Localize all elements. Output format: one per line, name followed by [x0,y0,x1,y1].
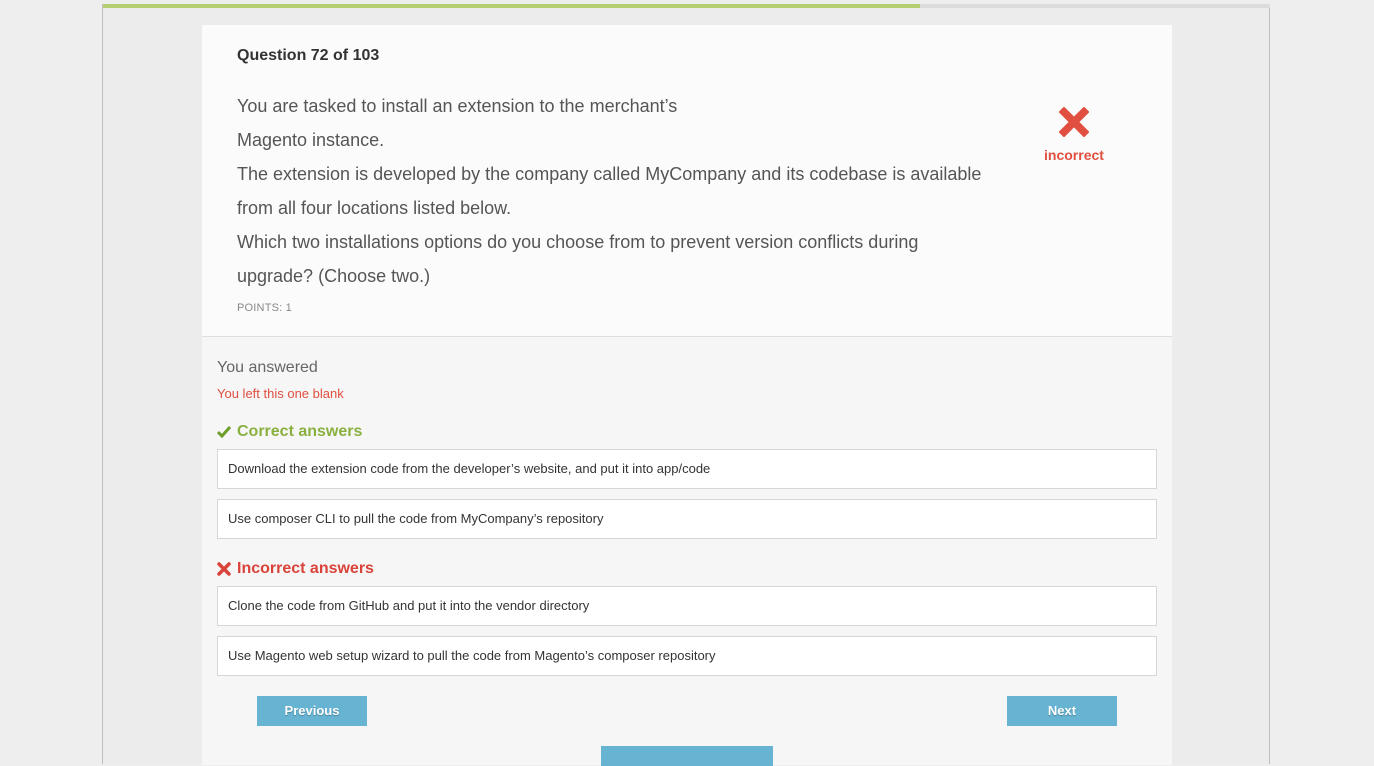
result-indicator: incorrect [1030,105,1118,163]
question-line: You are tasked to install an extension t… [237,96,678,116]
correct-answers-heading: Correct answers [217,423,362,441]
x-icon [1059,107,1089,137]
incorrect-answer-item: Clone the code from GitHub and put it in… [217,586,1157,626]
question-number: Question 72 of 103 [237,47,380,64]
checkmark-icon [217,426,231,438]
question-text: You are tasked to install an extension t… [237,89,997,293]
question-panel: Question 72 of 103 You are tasked to ins… [202,25,1172,337]
incorrect-answers-label: Incorrect answers [237,560,374,577]
progress-fill [103,4,920,8]
incorrect-answers-heading: Incorrect answers [217,560,374,578]
next-button[interactable]: Next [1007,696,1117,726]
result-label: incorrect [1044,147,1104,163]
blank-answer-note: You left this one blank [217,386,344,401]
question-line: The extension is developed by the compan… [237,164,982,218]
correct-answer-item: Download the extension code from the dev… [217,449,1157,489]
progress-bar [103,4,1270,8]
previous-button[interactable]: Previous [257,696,367,726]
question-points: POINTS: 1 [237,302,292,314]
x-icon [217,562,231,576]
you-answered-heading: You answered [217,359,318,376]
correct-answer-item: Use composer CLI to pull the code from M… [217,499,1157,539]
question-card: Question 72 of 103 You are tasked to ins… [202,25,1172,766]
bottom-action-button[interactable] [601,746,773,766]
correct-answers-label: Correct answers [237,423,363,440]
question-line: Magento instance. [237,130,385,150]
question-line: Which two installations options do you c… [237,232,919,286]
incorrect-answer-item: Use Magento web setup wizard to pull the… [217,636,1157,676]
